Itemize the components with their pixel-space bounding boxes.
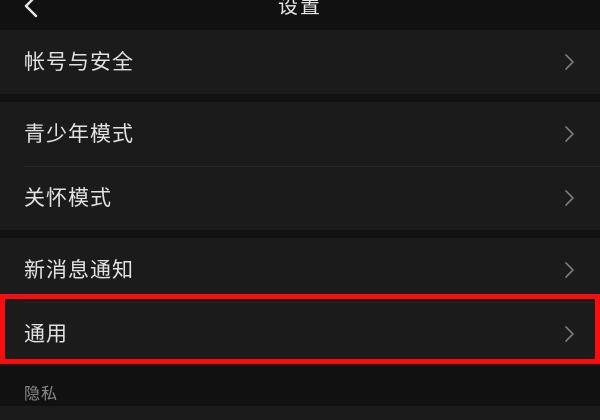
chevron-right-icon	[564, 126, 574, 142]
chevron-right-icon	[564, 326, 574, 342]
top-bar: 设置	[0, 0, 600, 26]
settings-group-account: 帐号与安全	[0, 30, 600, 94]
settings-item-care-mode[interactable]: 关怀模式	[0, 166, 600, 230]
settings-item-label: 青少年模式	[24, 122, 134, 146]
settings-item-label: 帐号与安全	[24, 50, 134, 74]
settings-item-teen-mode[interactable]: 青少年模式	[0, 102, 600, 166]
settings-item-label: 通用	[24, 322, 68, 346]
settings-item-account-security[interactable]: 帐号与安全	[0, 30, 600, 94]
settings-item-new-message-notification[interactable]: 新消息通知	[0, 238, 600, 302]
settings-group-modes: 青少年模式 关怀模式	[0, 102, 600, 230]
section-header-privacy: 隐私	[24, 384, 59, 403]
privacy-group-top	[0, 406, 600, 420]
settings-group-general: 新消息通知 通用	[0, 238, 600, 366]
settings-screen: 设置 帐号与安全 青少年模式 关怀模式 新消息通知 通用 隐私	[0, 0, 600, 420]
page-title: 设置	[278, 0, 322, 18]
chevron-right-icon	[564, 190, 574, 206]
chevron-right-icon	[564, 262, 574, 278]
settings-item-general[interactable]: 通用	[0, 302, 600, 366]
settings-item-label: 关怀模式	[24, 186, 112, 210]
chevron-right-icon	[564, 54, 574, 70]
settings-item-label: 新消息通知	[24, 258, 134, 282]
